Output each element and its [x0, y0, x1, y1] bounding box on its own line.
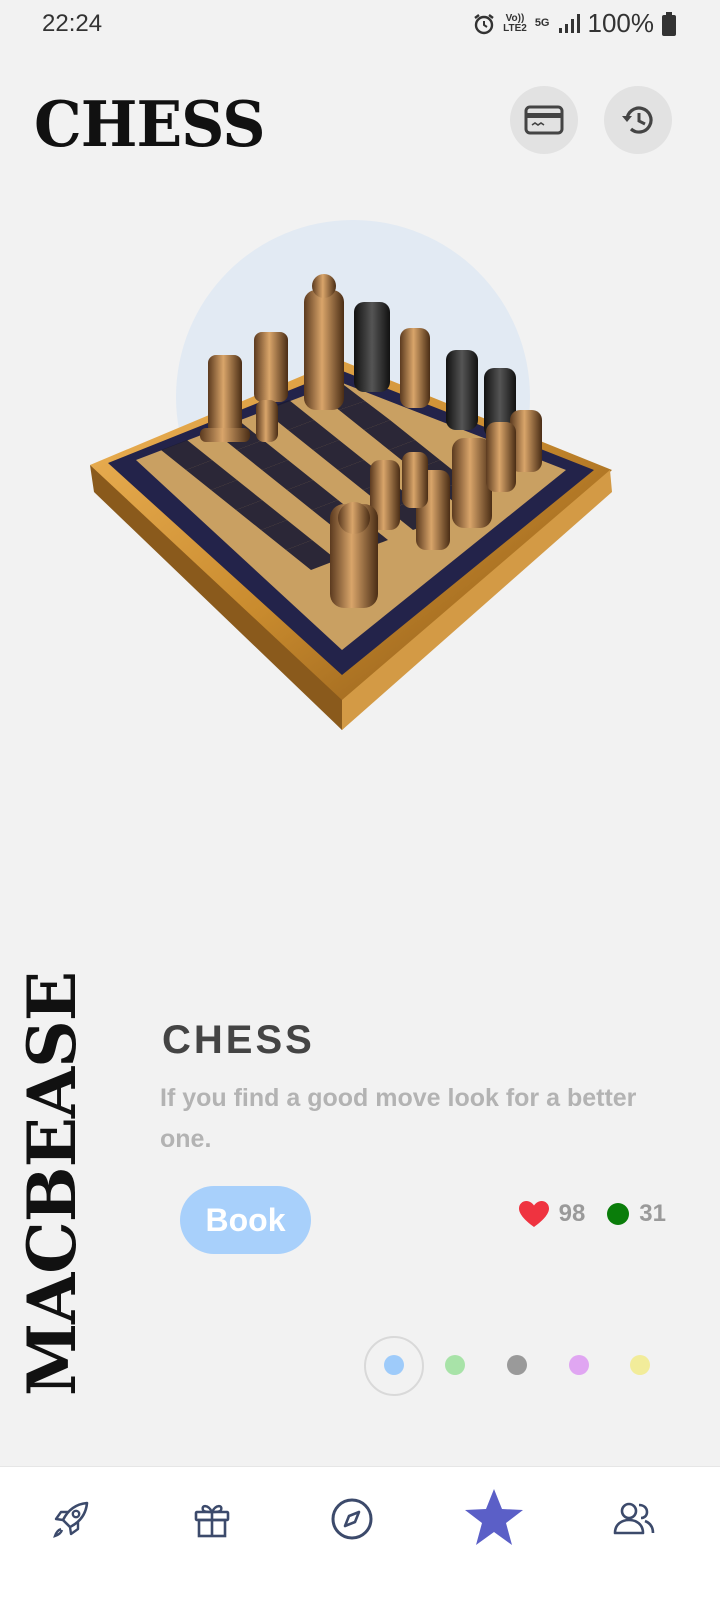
rocket-icon: [53, 1501, 89, 1538]
history-button[interactable]: [604, 86, 672, 154]
book-button[interactable]: Book: [180, 1186, 311, 1254]
compass-icon: [331, 1498, 373, 1540]
pager-dot[interactable]: [630, 1355, 650, 1375]
page-title: CHESS: [34, 88, 266, 162]
lte-indicator: Vo)) LTE2: [503, 12, 527, 34]
bottom-nav: [0, 1466, 720, 1600]
pager-dot[interactable]: [507, 1355, 527, 1375]
chessboard-image: [90, 274, 612, 730]
alarm-icon: [474, 13, 494, 34]
card-title: CHESS: [162, 1018, 315, 1062]
online-indicator: [607, 1203, 630, 1225]
online-count: 31: [639, 1200, 666, 1227]
status-icons: Vo)) LTE2 5G 100%: [473, 8, 676, 39]
pager-dot[interactable]: [569, 1355, 589, 1375]
card-quote: If you find a good move look for a bette…: [160, 1084, 637, 1153]
likes-count: 98: [558, 1200, 586, 1227]
app-screen: 22:24 Vo)) LTE2 5G 100% CHESS MACBEASE C…: [0, 0, 720, 1600]
status-time: 22:24: [42, 10, 103, 37]
history-icon: [622, 106, 653, 134]
gift-icon: [194, 1504, 230, 1538]
card-button[interactable]: [510, 86, 578, 154]
star-icon: [465, 1489, 523, 1545]
stats: 98 31: [518, 1200, 666, 1228]
battery-icon: [662, 11, 676, 36]
signal-icon: [558, 13, 580, 33]
pager-dot[interactable]: [445, 1355, 465, 1375]
nav-item-people[interactable]: [604, 1489, 664, 1549]
people-icon: [613, 1502, 655, 1535]
nav-item-gift[interactable]: [182, 1489, 242, 1549]
status-bar: 22:24 Vo)) LTE2 5G 100%: [0, 0, 720, 50]
pager-dot[interactable]: [384, 1355, 404, 1375]
nav-item-rocket[interactable]: [41, 1489, 101, 1549]
card-icon: [524, 105, 564, 135]
5g-indicator: 5G: [534, 17, 550, 29]
nav-item-compass[interactable]: [322, 1489, 382, 1549]
nav-item-favorites[interactable]: [462, 1485, 526, 1549]
pager-dots: [364, 1336, 664, 1396]
heart-icon[interactable]: [518, 1200, 549, 1228]
battery-level: 100%: [587, 8, 655, 38]
brand-vertical-text: MACBEASE: [13, 971, 91, 1396]
